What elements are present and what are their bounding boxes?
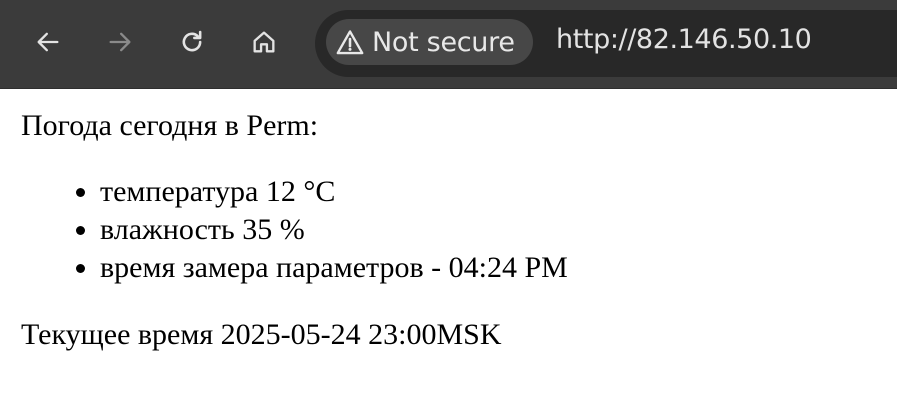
arrow-left-icon bbox=[37, 32, 59, 52]
page-heading: Погода сегодня в Perm: bbox=[21, 109, 319, 142]
security-label: Not secure bbox=[372, 26, 515, 58]
current-time: Текущее время 2025-05-24 23:00MSK bbox=[21, 318, 502, 351]
back-button[interactable] bbox=[28, 22, 68, 62]
list-item-measure-time: время замера параметров - 04:24 PM bbox=[100, 249, 568, 287]
arrow-right-icon bbox=[109, 32, 131, 52]
browser-toolbar: Not secure http://82.146.50.10 bbox=[0, 0, 897, 89]
home-button[interactable] bbox=[244, 22, 284, 62]
home-icon bbox=[253, 31, 275, 53]
list-item-humidity: влажность 35 % bbox=[100, 211, 568, 249]
reload-button[interactable] bbox=[172, 22, 212, 62]
security-indicator[interactable]: Not secure bbox=[326, 19, 533, 65]
list-item-temperature: температура 12 °C bbox=[100, 173, 568, 211]
weather-list: температура 12 °C влажность 35 % время з… bbox=[0, 173, 568, 287]
warning-triangle-icon bbox=[336, 29, 364, 55]
reload-icon bbox=[182, 30, 202, 52]
url-text[interactable]: http://82.146.50.10 bbox=[556, 24, 812, 55]
forward-button[interactable] bbox=[100, 22, 140, 62]
